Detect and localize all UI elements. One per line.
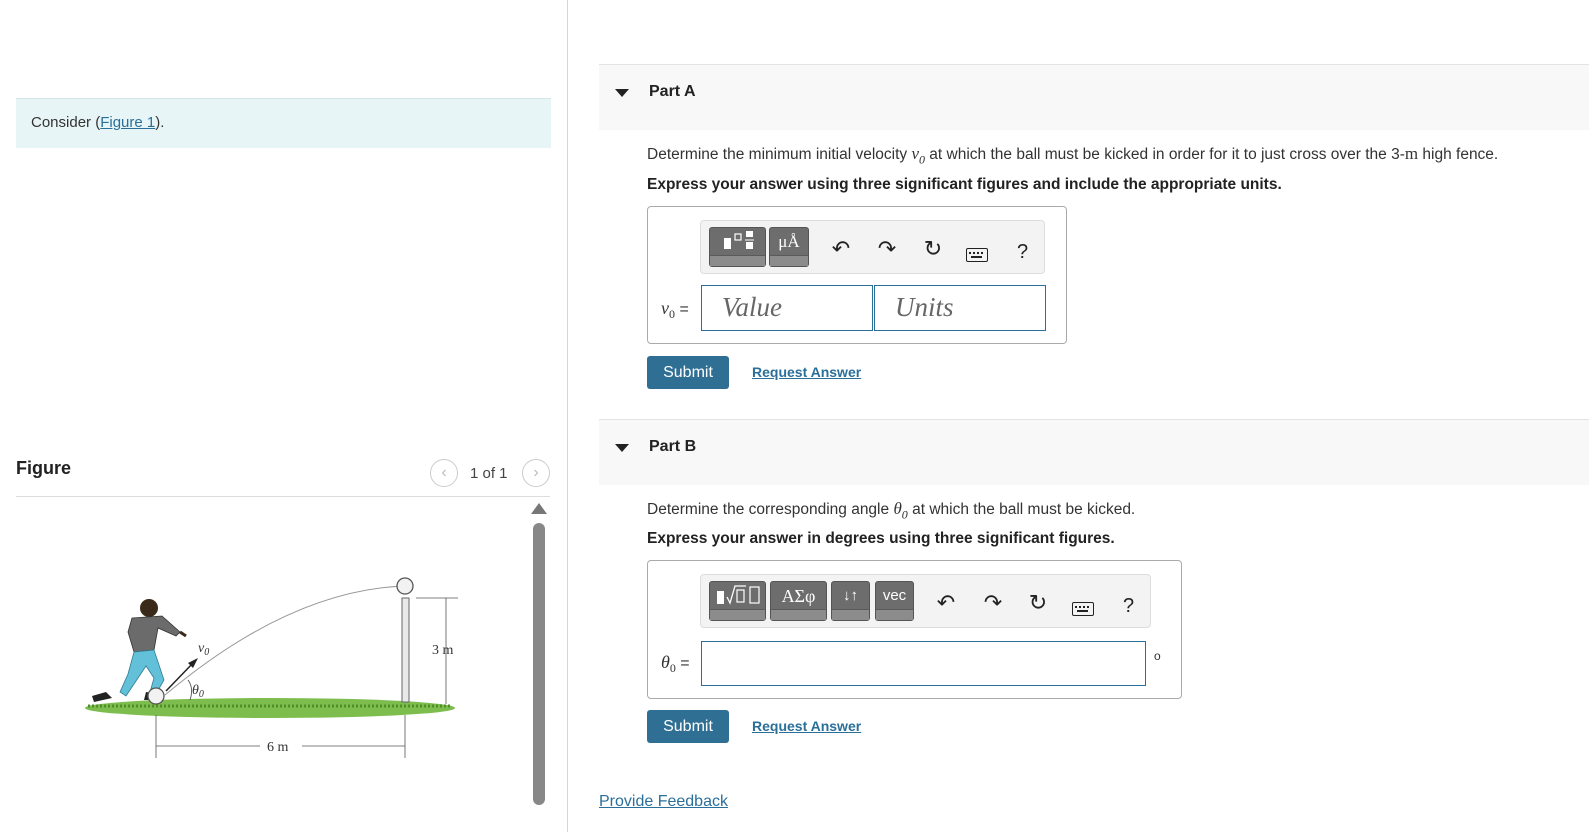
question-text: at which the ball must be kicked in orde…: [925, 146, 1405, 163]
kicker-person: [92, 599, 187, 702]
part-b-header[interactable]: Part B: [599, 419, 1589, 485]
question-text: at which the ball must be kicked.: [907, 501, 1136, 518]
v0-label: v0 =: [661, 298, 689, 322]
figure-prev-button[interactable]: ‹: [430, 459, 458, 487]
consider-suffix: ).: [155, 114, 165, 131]
math-var: v0: [911, 144, 925, 167]
height-label: 3 m: [432, 643, 454, 658]
pane-divider[interactable]: [567, 0, 568, 832]
units-input[interactable]: Units: [874, 285, 1046, 331]
templates-button[interactable]: [709, 227, 766, 267]
distance-label: 6 m: [267, 740, 289, 755]
symbols-button-label: ΑΣφ: [781, 586, 816, 606]
figure-next-button[interactable]: ›: [522, 459, 550, 487]
units-button[interactable]: μÅ: [769, 227, 809, 267]
keyboard-icon[interactable]: [966, 248, 988, 262]
part-b-instruction: Express your answer in degrees using thr…: [647, 530, 1115, 547]
scroll-up-arrow[interactable]: [531, 503, 547, 514]
figure-1-link[interactable]: Figure 1: [100, 114, 155, 131]
chevron-right-icon: ›: [533, 464, 539, 481]
part-a-submit-button[interactable]: Submit: [647, 356, 729, 389]
part-a-header[interactable]: Part A: [599, 64, 1589, 130]
caret-down-icon: [615, 444, 629, 452]
math-var: θ0: [893, 499, 908, 522]
templates-button[interactable]: [709, 581, 766, 621]
help-icon[interactable]: ?: [1123, 595, 1134, 618]
redo-icon[interactable]: ↷: [979, 588, 1007, 618]
part-b-title: Part B: [649, 438, 697, 455]
arrows-button[interactable]: ↓↑: [831, 581, 870, 621]
undo-icon[interactable]: ↶: [827, 234, 855, 264]
part-a-title: Part A: [649, 83, 696, 100]
math-unit: m: [1404, 144, 1419, 163]
part-b-question: Determine the corresponding angle θ0 at …: [647, 499, 1135, 522]
redo-icon[interactable]: ↷: [873, 234, 901, 264]
keyboard-icon[interactable]: [1072, 602, 1094, 616]
sqrt-template-icon: [710, 582, 765, 610]
fence-post: [401, 597, 410, 703]
undo-icon[interactable]: ↶: [932, 588, 960, 618]
vec-button-label: vec: [882, 587, 907, 604]
chevron-left-icon: ‹: [441, 464, 447, 481]
reset-icon[interactable]: ↻: [919, 234, 947, 264]
theta0-label: θ0 =: [661, 652, 690, 676]
ball-at-kick: [147, 687, 165, 705]
part-a-answer-box: μÅ ↶ ↷ ↻ ? v0 = Value Units: [647, 206, 1067, 344]
ball-at-fence: [396, 577, 414, 595]
units-button-label: μÅ: [778, 232, 800, 251]
grass-ground: [85, 698, 455, 718]
theta0-label: θ0: [192, 683, 204, 700]
part-a-instruction: Express your answer using three signific…: [647, 176, 1282, 193]
arrows-button-label: ↓↑: [843, 587, 858, 604]
figure-divider: [16, 496, 550, 497]
angle-input[interactable]: [701, 641, 1146, 686]
symbols-button[interactable]: ΑΣφ: [770, 581, 827, 621]
reset-icon[interactable]: ↻: [1024, 588, 1052, 618]
figure-illustration: 3 m v0 θ0 6 m: [85, 577, 458, 758]
question-text: Determine the corresponding angle: [647, 501, 894, 518]
provide-feedback-link[interactable]: Provide Feedback: [599, 793, 728, 811]
part-b-answer-box: ΑΣφ ↓↑ vec ↶ ↷ ↻ ? θ0 = o: [647, 560, 1182, 699]
templates-icon: [710, 228, 765, 256]
figure-heading: Figure: [16, 458, 72, 478]
part-b-request-answer-link[interactable]: Request Answer: [752, 718, 861, 734]
help-icon[interactable]: ?: [1017, 241, 1028, 264]
velocity-arrow: [165, 661, 195, 692]
caret-down-icon: [615, 89, 629, 97]
consider-banner: Consider (Figure 1).: [16, 98, 551, 148]
consider-prefix: Consider (: [31, 114, 101, 131]
figure-counter: 1 of 1: [470, 465, 508, 482]
part-b-toolbar: ΑΣφ ↓↑ vec ↶ ↷ ↻ ?: [700, 574, 1151, 628]
left-pane: Consider (Figure 1). Figure ‹ 1 of 1 › 3…: [0, 0, 568, 832]
part-a-toolbar: μÅ ↶ ↷ ↻ ?: [700, 220, 1045, 274]
value-input[interactable]: Value: [701, 285, 873, 331]
vec-button[interactable]: vec: [875, 581, 914, 621]
question-text: Determine the minimum initial velocity: [647, 146, 912, 163]
part-a-question: Determine the minimum initial velocity v…: [647, 144, 1498, 167]
question-text: high fence.: [1418, 146, 1499, 163]
v0-label: v0: [198, 641, 209, 658]
part-b-submit-button[interactable]: Submit: [647, 710, 729, 743]
part-a-request-answer-link[interactable]: Request Answer: [752, 364, 861, 380]
figure-scrollbar-thumb[interactable]: [533, 523, 545, 805]
degree-unit: o: [1154, 649, 1161, 663]
